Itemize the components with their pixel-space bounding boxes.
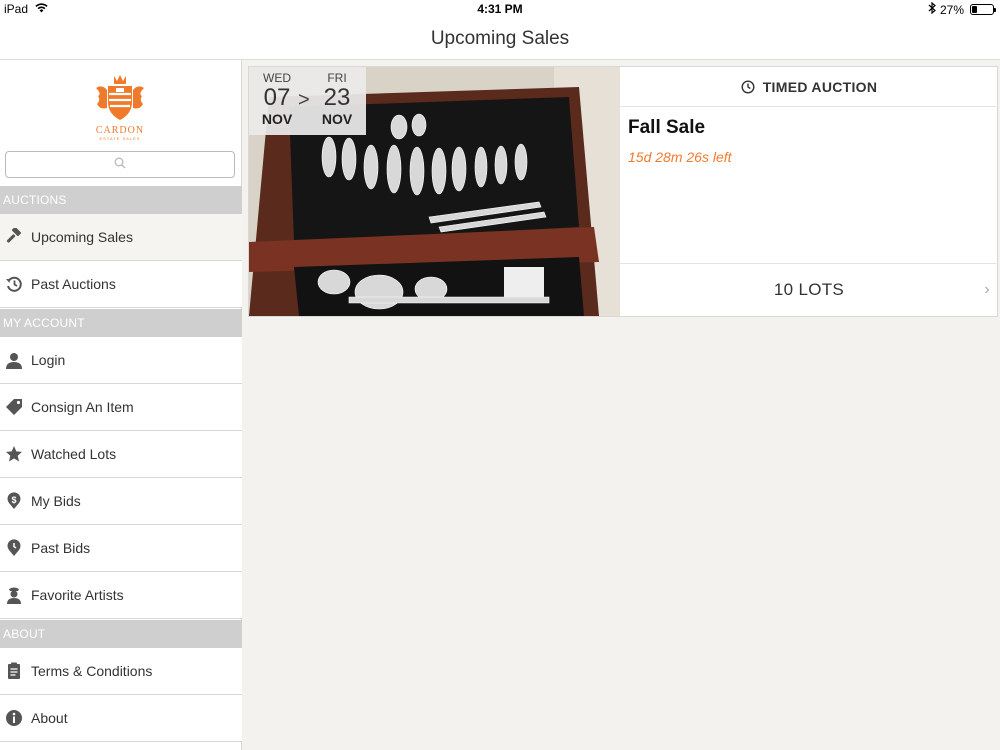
brand-tagline: ESTATE SALES [99, 136, 141, 141]
sidebar-item-upcoming-sales[interactable]: Upcoming Sales [0, 214, 242, 261]
artist-icon [5, 586, 23, 604]
date-range-arrow: > [298, 89, 310, 111]
sale-image[interactable]: WED 07 NOV > FRI 23 NOV [249, 67, 620, 316]
sidebar-item-label: Terms & Conditions [31, 663, 153, 679]
sidebar-item-about[interactable]: About [0, 695, 242, 742]
auction-type-label: TIMED AUCTION [762, 78, 878, 95]
history-icon [5, 275, 23, 293]
sidebar: CARDON ESTATE SALES AUCTIONS Upcoming Sa… [0, 60, 242, 750]
sidebar-item-past-auctions[interactable]: Past Auctions [0, 261, 242, 308]
start-day: WED [263, 71, 291, 85]
info-icon [5, 709, 23, 727]
end-date-number: 23 [323, 84, 351, 111]
battery-fill [972, 6, 977, 13]
battery-percent: 27% [939, 2, 964, 17]
start-month: NOV [261, 111, 293, 127]
sidebar-item-label: My Bids [31, 493, 81, 509]
user-icon [5, 351, 23, 369]
main-content: WED 07 NOV > FRI 23 NOV TIMED AUCTION Fa [242, 60, 1000, 750]
sidebar-item-label: Login [31, 352, 66, 368]
navigation-bar: Upcoming Sales [0, 18, 1000, 60]
clock-pin-icon [5, 539, 23, 557]
start-date-number: 07 [263, 84, 291, 111]
section-header-auctions: AUCTIONS [0, 186, 242, 214]
sidebar-item-favorite-artists[interactable]: Favorite Artists [0, 572, 242, 619]
sale-card[interactable]: WED 07 NOV > FRI 23 NOV TIMED AUCTION Fa [248, 66, 998, 317]
end-month: NOV [321, 111, 353, 127]
svg-text:$: $ [11, 495, 16, 505]
crest-icon [96, 75, 144, 120]
battery-icon [970, 4, 996, 15]
end-date: FRI 23 NOV [313, 71, 361, 127]
sidebar-item-label: About [31, 710, 68, 726]
clock-icon [741, 79, 755, 94]
section-header-my-account: MY ACCOUNT [0, 309, 242, 337]
time-remaining: 15d 28m 26s left [628, 149, 732, 165]
sidebar-item-label: Favorite Artists [31, 587, 124, 603]
search-bar[interactable] [5, 151, 235, 178]
auction-type-row: TIMED AUCTION [620, 67, 998, 107]
sidebar-item-label: Upcoming Sales [31, 229, 133, 245]
chevron-right-icon: › [984, 281, 990, 298]
start-date: WED 07 NOV [253, 71, 301, 127]
date-range-badge: WED 07 NOV > FRI 23 NOV [249, 67, 366, 135]
sidebar-item-label: Past Bids [31, 540, 91, 556]
star-icon [5, 445, 23, 463]
section-header-about: ABOUT [0, 620, 242, 648]
status-right: 27% [928, 1, 996, 17]
sale-title[interactable]: Fall Sale [628, 117, 705, 139]
status-bar: iPad 4:31 PM 27% [0, 0, 1000, 18]
sidebar-item-label: Watched Lots [31, 446, 117, 462]
brand-name: CARDON [95, 125, 145, 136]
brand-logo: CARDON ESTATE SALES [80, 74, 160, 146]
dollar-pin-icon: $ [5, 492, 23, 510]
search-input[interactable] [6, 152, 234, 177]
status-time: 4:31 PM [477, 2, 523, 16]
end-day: FRI [327, 71, 347, 85]
sidebar-item-label: Past Auctions [31, 276, 116, 292]
lots-count: 10 LOTS [773, 280, 845, 299]
sale-details: TIMED AUCTION Fall Sale 15d 28m 26s left… [620, 67, 998, 316]
bluetooth-icon [928, 1, 936, 17]
sidebar-item-watched-lots[interactable]: Watched Lots [0, 431, 242, 478]
sidebar-item-past-bids[interactable]: Past Bids [0, 525, 242, 572]
sidebar-item-my-bids[interactable]: $ My Bids [0, 478, 242, 525]
sidebar-item-label: Consign An Item [31, 399, 134, 415]
sidebar-item-consign-an-item[interactable]: Consign An Item [0, 384, 242, 431]
tag-icon [5, 398, 23, 416]
page-title: Upcoming Sales [430, 28, 570, 49]
sidebar-item-terms-conditions[interactable]: Terms & Conditions [0, 648, 242, 695]
gavel-icon [5, 228, 23, 246]
document-icon [5, 662, 23, 680]
lots-button[interactable]: 10 LOTS › [620, 263, 998, 316]
sidebar-item-login[interactable]: Login [0, 337, 242, 384]
